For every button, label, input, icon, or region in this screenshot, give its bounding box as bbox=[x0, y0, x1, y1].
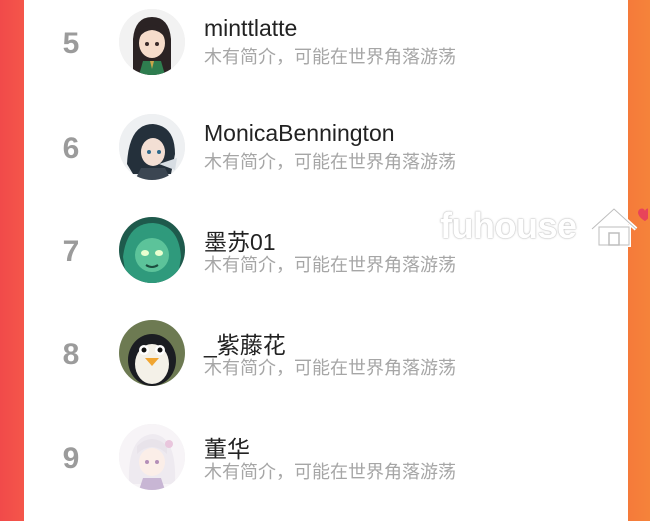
user-bio: 木有简介，可能在世界角落游荡 bbox=[204, 152, 456, 173]
white-hair-anime-girl-avatar bbox=[119, 424, 185, 490]
user-bio: 木有简介，可能在世界角落游荡 bbox=[204, 462, 456, 483]
user-avatar[interactable] bbox=[119, 9, 185, 75]
user-avatar[interactable] bbox=[119, 320, 185, 386]
house-heart-icon bbox=[590, 207, 648, 247]
ranking-list-item[interactable]: 5 minttlatte 木有简介，可能在世界角落游荡 bbox=[24, 3, 628, 106]
username[interactable]: MonicaBennington bbox=[204, 120, 395, 147]
anime-girl-dark-hair-avatar bbox=[119, 9, 185, 75]
ranking-list-item[interactable]: 8 _紫藤花 木有简介，可能在世界角落游荡 bbox=[24, 314, 628, 417]
rank-number: 7 bbox=[62, 235, 80, 268]
rank-number: 5 bbox=[62, 27, 80, 60]
watermark-text: fuhouse bbox=[440, 205, 577, 246]
ranking-list-item[interactable]: 6 MonicaBennington 木有简介，可能在世界角落游荡 bbox=[24, 108, 628, 211]
anime-boy-dark-hair-avatar bbox=[119, 114, 185, 180]
user-avatar[interactable] bbox=[119, 114, 185, 180]
user-bio: 木有简介，可能在世界角落游荡 bbox=[204, 255, 456, 276]
user-avatar[interactable] bbox=[119, 217, 185, 283]
ranking-list-item[interactable]: 9 董华 木有简介，可能在世界角落游荡 bbox=[24, 418, 628, 521]
rank-number: 8 bbox=[62, 338, 80, 371]
watermark: fuhouse bbox=[440, 203, 650, 249]
user-avatar[interactable] bbox=[119, 424, 185, 490]
rank-number: 6 bbox=[62, 132, 80, 165]
user-bio: 木有简介，可能在世界角落游荡 bbox=[204, 47, 456, 68]
penguin-avatar bbox=[119, 320, 185, 386]
rank-number: 9 bbox=[62, 442, 80, 475]
username[interactable]: minttlatte bbox=[204, 15, 297, 42]
green-character-avatar bbox=[119, 217, 185, 283]
user-bio: 木有简介，可能在世界角落游荡 bbox=[204, 358, 456, 379]
